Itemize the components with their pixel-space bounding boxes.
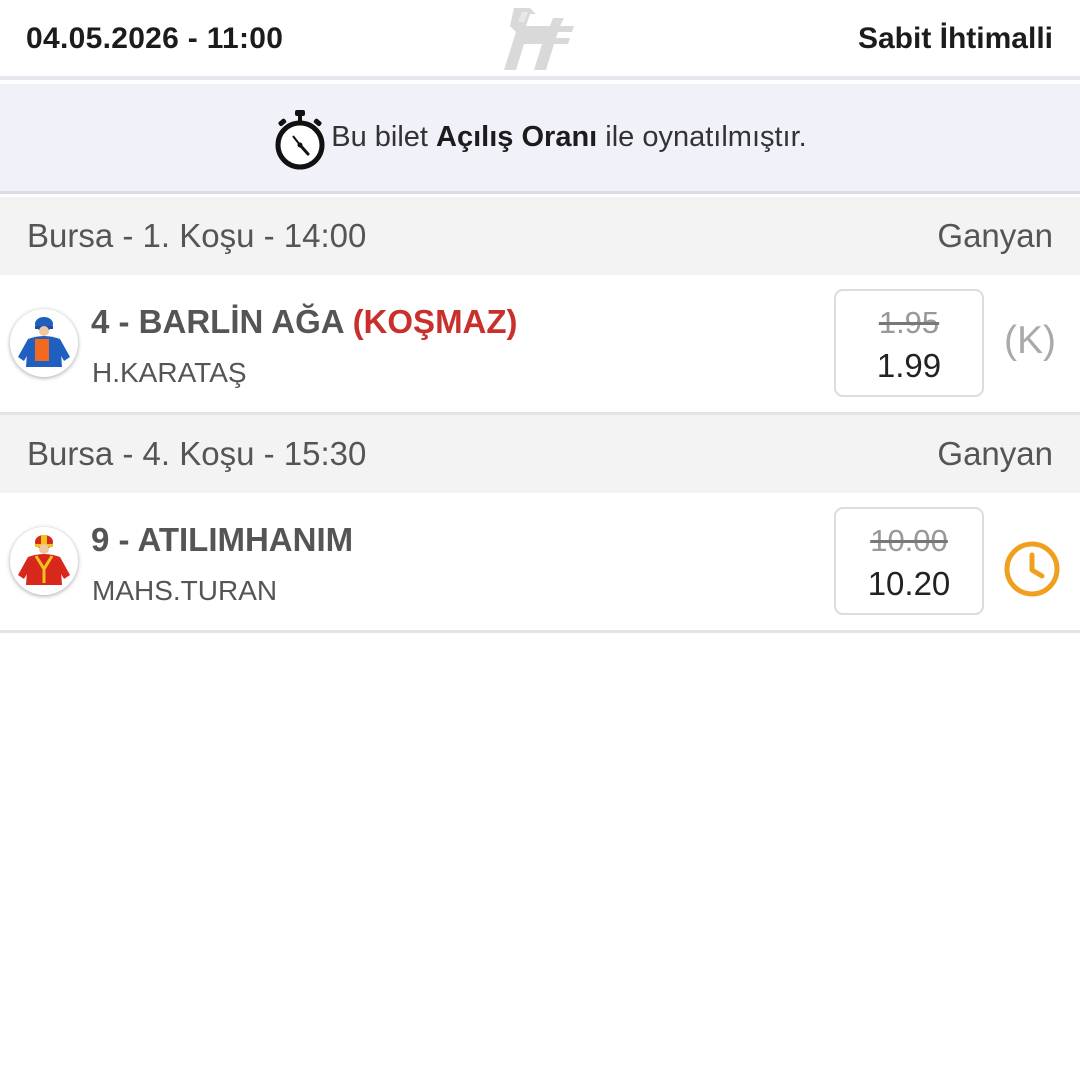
horse-name: 4 - BARLİN AĞA (KOŞMAZ): [91, 303, 518, 341]
race-title: Bursa - 1. Koşu - 14:00: [27, 217, 367, 254]
horse-name-text: 4 - BARLİN AĞA: [91, 303, 344, 340]
ticket-datetime: 04.05.2026 - 11:00: [26, 22, 284, 55]
jockey-name: H.KARATAŞ: [92, 357, 247, 388]
race-header: Bursa - 4. Koşu - 15:30 Ganyan: [0, 415, 1080, 493]
horse-name: 9 - ATILIMHANIM: [91, 521, 354, 558]
horse-racing-logo-icon: [504, 8, 574, 70]
old-odds: 1.95: [878, 305, 940, 340]
race-title: Bursa - 4. Koşu - 15:30: [27, 435, 367, 472]
stopwatch-icon: [275, 109, 325, 169]
notice-text-bold: Açılış Oranı: [436, 121, 598, 153]
odds-box: 1.95 1.99: [834, 289, 984, 397]
new-odds: 10.20: [867, 565, 951, 602]
race-header: Bursa - 1. Koşu - 14:00 Ganyan: [0, 197, 1080, 275]
jockey-silk-red-yellow-icon: [10, 527, 78, 595]
notice-text-before: Bu bilet: [331, 121, 437, 153]
bet-type-label: Sabit İhtimalli: [857, 22, 1053, 55]
race-bet-type: Ganyan: [937, 217, 1053, 254]
notice-text: Bu bilet Açılış Oranı ile oynatılmıştır.: [331, 121, 806, 154]
ticket-header: 04.05.2026 - 11:00 Sabit İhtimalli: [0, 0, 1080, 80]
odds-box: 10.00 10.20: [834, 507, 984, 615]
race-bet-type: Ganyan: [937, 435, 1053, 472]
scratched-label: (KOŞMAZ): [352, 303, 518, 340]
scratched-status-label: (K): [1004, 319, 1056, 362]
notice-text-after: ile oynatılmıştır.: [597, 121, 807, 153]
clock-icon: [1004, 541, 1060, 597]
jockey-name: MAHS.TURAN: [92, 575, 278, 606]
opening-odds-notice: Bu bilet Açılış Oranı ile oynatılmıştır.: [0, 84, 1080, 194]
new-odds: 1.99: [876, 347, 942, 384]
old-odds: 10.00: [870, 523, 948, 558]
jockey-silk-blue-orange-icon: [10, 309, 78, 377]
runner-row[interactable]: 4 - BARLİN AĞA (KOŞMAZ) H.KARATAŞ 1.95 1…: [0, 275, 1080, 415]
runner-row[interactable]: 9 - ATILIMHANIM MAHS.TURAN 10.00 10.20: [0, 493, 1080, 633]
